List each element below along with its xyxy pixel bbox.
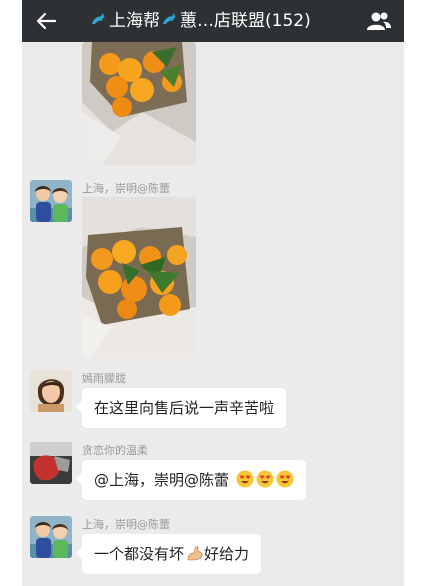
avatar[interactable] xyxy=(30,370,72,412)
message-photo[interactable] xyxy=(82,197,196,357)
group-title-part2: 蕙…店联盟(152) xyxy=(180,11,311,31)
arrow-left-icon xyxy=(36,12,56,30)
message-photo[interactable] xyxy=(82,42,196,165)
message-bubble[interactable]: 一个都没有坏 好给力 xyxy=(75,534,262,574)
sender-name: 上海，崇明@陈蕾 xyxy=(82,182,170,195)
message-text: 好给力 xyxy=(204,545,250,563)
avatar-red-photo xyxy=(30,442,72,484)
group-title-part1: 上海帮 xyxy=(109,11,160,31)
dolphin-icon xyxy=(92,13,105,24)
oranges-photo xyxy=(82,42,196,165)
avatar-children-photo xyxy=(30,180,72,222)
avatar-children-photo xyxy=(30,516,72,558)
back-button[interactable] xyxy=(30,6,62,36)
avatar[interactable] xyxy=(30,442,72,484)
message-bubble[interactable]: 在这里向售后说一声辛苦啦 xyxy=(75,388,287,428)
sender-name: 贪恋你的温柔 xyxy=(82,444,148,457)
dolphin-icon xyxy=(163,13,176,24)
group-members-button[interactable] xyxy=(364,8,394,34)
group-members-icon xyxy=(367,12,391,30)
message-text: @上海，崇明@陈蕾 xyxy=(94,471,234,489)
message-text: 一个都没有坏 xyxy=(94,545,185,563)
group-title: 上海帮 蕙…店联盟(152) xyxy=(90,10,352,32)
sender-name: 嫣雨朦胧 xyxy=(82,372,126,385)
chat-header: 上海帮 蕙…店联盟(152) xyxy=(22,0,404,42)
message-bubble[interactable]: @上海，崇明@陈蕾 xyxy=(76,460,306,500)
avatar-woman-photo xyxy=(30,370,72,412)
chat-screen: 上海帮 蕙…店联盟(152) 上海，崇明@陈蕾 嫣雨朦胧 在这里向售后说一声辛苦… xyxy=(22,0,404,586)
message-text: 在这里向售后说一声辛苦啦 xyxy=(94,399,275,417)
heart-eyes-emoji xyxy=(256,470,274,488)
avatar[interactable] xyxy=(30,180,72,222)
sender-name: 上海，崇明@陈蕾 xyxy=(82,518,170,531)
heart-eyes-emoji xyxy=(276,470,294,488)
avatar[interactable] xyxy=(30,516,72,558)
flexed-biceps-emoji xyxy=(187,546,203,561)
oranges-photo xyxy=(82,197,196,357)
heart-eyes-emoji xyxy=(236,470,254,488)
